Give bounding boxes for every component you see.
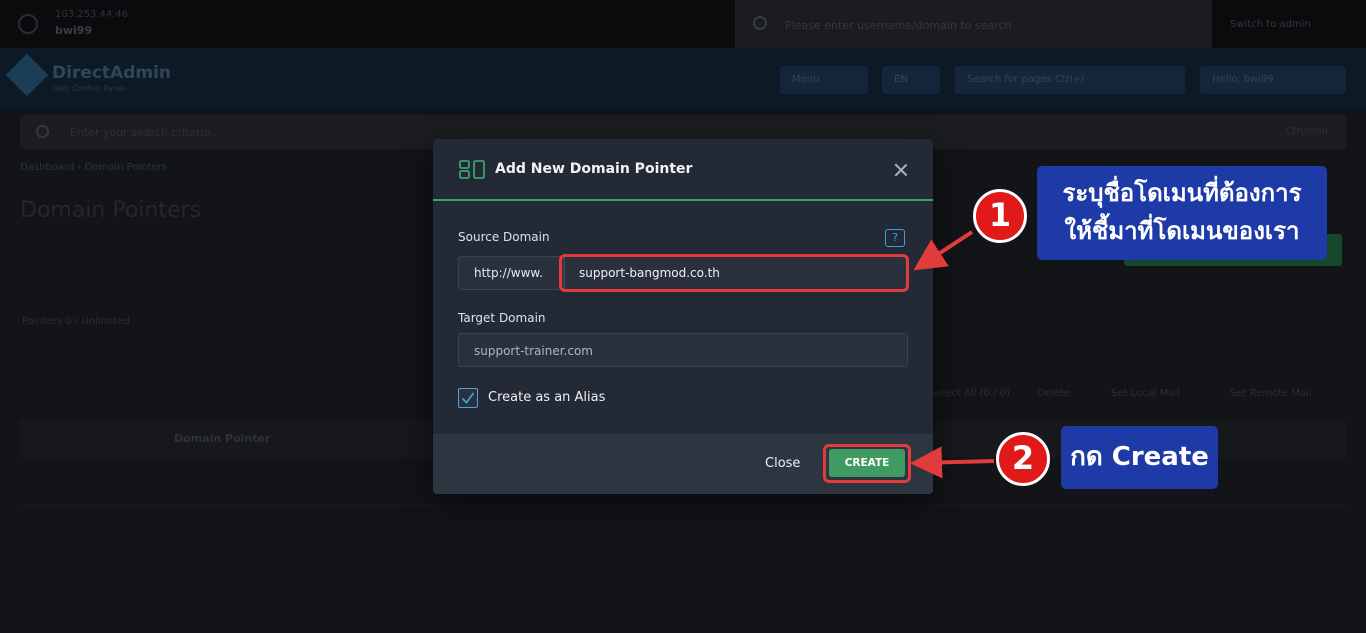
close-button[interactable]: Close [765, 456, 800, 471]
source-domain-input[interactable]: support-bangmod.co.th [564, 256, 908, 290]
source-domain-label: Source Domain [458, 230, 550, 244]
pointers-stat: Pointers 0 / Unlimited [22, 316, 130, 327]
target-domain-label: Target Domain [458, 311, 546, 325]
global-search[interactable]: Please enter username/domain to search [735, 0, 1212, 48]
global-search-placeholder: Please enter username/domain to search [785, 19, 1012, 32]
alias-checkbox[interactable] [458, 388, 478, 408]
delete-action[interactable]: Delete [1037, 388, 1070, 399]
step-1-marker: 1 [973, 189, 1027, 243]
brand-title: DirectAdmin [52, 63, 172, 83]
alias-label[interactable]: Create as an Alias [488, 390, 605, 405]
column-domain-pointer: Domain Pointer [174, 432, 271, 445]
top-bar: 103.253.44.46 bwi99 Please enter usernam… [0, 0, 1366, 48]
dialog-title: Add New Domain Pointer [495, 161, 693, 177]
step-2-marker: 2 [996, 432, 1050, 486]
set-remote-mail-action[interactable]: Set Remote Mail [1230, 388, 1312, 399]
user-icon [18, 14, 38, 34]
step-1-callout: ระบุชื่อโดเมนที่ต้องการ ให้ชี้มาที่โดเมน… [1037, 166, 1327, 260]
page-search-button[interactable]: Search for pages Ctrl+/ [955, 66, 1185, 94]
create-button[interactable]: CREATE [829, 449, 905, 477]
user-menu-button[interactable]: Hello, bwi99 [1200, 66, 1346, 94]
brand-subtitle: Web Control Panel [52, 84, 126, 93]
target-domain-input[interactable]: support-trainer.com [458, 333, 908, 367]
close-icon[interactable] [893, 162, 909, 178]
search-icon [36, 125, 49, 138]
domain-pointer-icon [459, 160, 485, 179]
breadcrumb: Dashboard › Domain Pointers [20, 162, 167, 173]
dialog-header: Add New Domain Pointer [433, 139, 933, 201]
dialog-footer: Close CREATE [433, 434, 933, 494]
switch-to-admin-link[interactable]: Switch to admin [1230, 19, 1311, 30]
add-domain-pointer-dialog: Add New Domain Pointer Source Domain ? h… [433, 139, 933, 494]
search-placeholder: Enter your search criteria... [70, 126, 221, 139]
select-all-action[interactable]: Select All (0 / 0) [930, 388, 1010, 399]
page-title: Domain Pointers [20, 198, 202, 223]
url-prefix: http://www. [458, 256, 564, 290]
help-icon[interactable]: ? [885, 229, 905, 247]
search-shortcut: Ctrl/cmd [1285, 126, 1328, 137]
search-icon [753, 16, 767, 30]
menu-button[interactable]: Menu [780, 66, 868, 94]
check-icon [461, 392, 475, 404]
table-actions: Select All (0 / 0) Delete Set Local Mail… [925, 380, 1346, 408]
set-local-mail-action[interactable]: Set Local Mail [1111, 388, 1180, 399]
user-ip: 103.253.44.46 [55, 9, 129, 20]
step-1-line-1: ระบุชื่อโดเมนที่ต้องการ [1062, 179, 1302, 207]
user-name: bwi99 [55, 24, 93, 37]
step-2-callout: กด Create [1061, 426, 1218, 489]
language-button[interactable]: EN [882, 66, 940, 94]
step-1-line-2: ให้ชี้มาที่โดเมนของเรา [1064, 217, 1300, 245]
